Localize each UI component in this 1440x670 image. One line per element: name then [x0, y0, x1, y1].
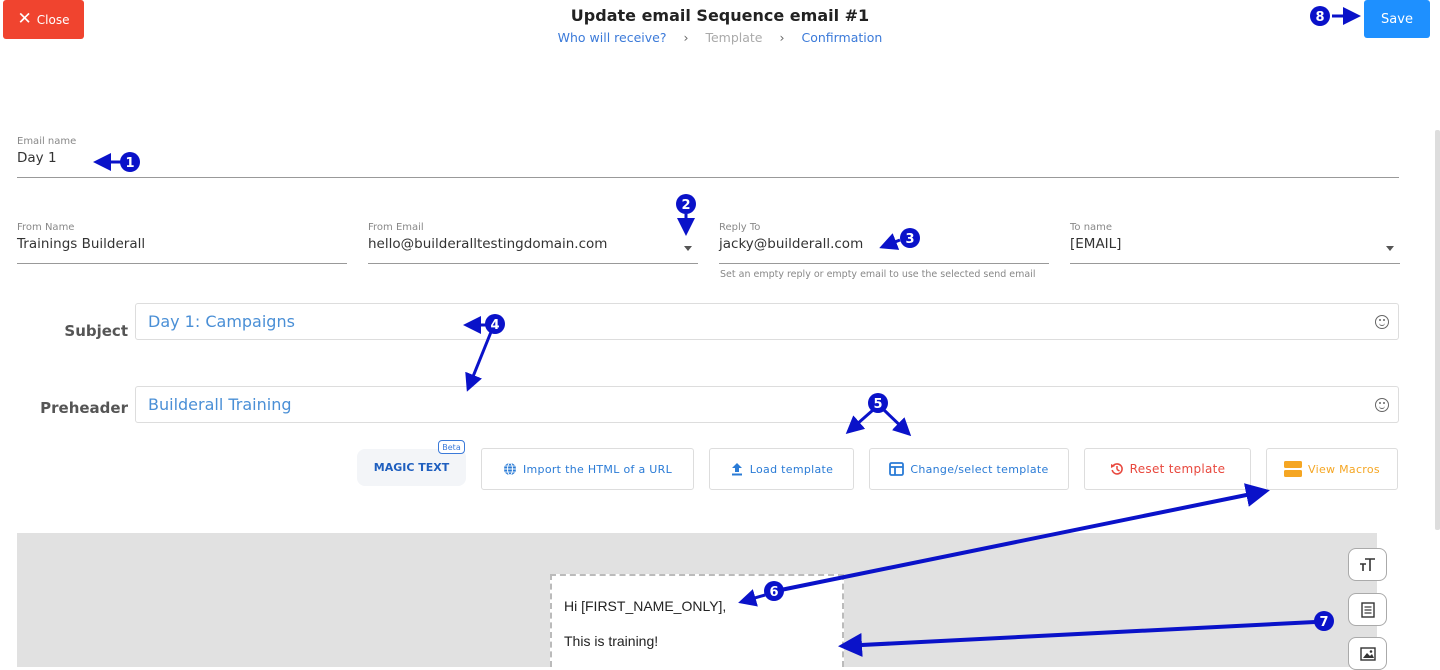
divider: [1070, 263, 1400, 264]
chevron-right-icon: ›: [779, 30, 785, 45]
emoji-icon[interactable]: [1375, 398, 1389, 412]
paragraph-block-tool[interactable]: [1348, 593, 1387, 626]
divider: [17, 263, 347, 264]
from-name-input[interactable]: Trainings Builderall: [17, 236, 347, 252]
breadcrumb: Who will receive? › Template › Confirmat…: [0, 30, 1440, 45]
change-template-label: Change/select template: [910, 462, 1049, 476]
reply-to-input[interactable]: jacky@builderall.com: [719, 236, 1049, 252]
page-title: Update email Sequence email #1: [570, 6, 870, 25]
subject-value: Day 1: Campaigns: [148, 312, 295, 331]
reply-to-field[interactable]: Reply To jacky@builderall.com: [719, 222, 1049, 264]
load-template-label: Load template: [749, 462, 834, 476]
dropdown-arrow-icon[interactable]: [684, 246, 692, 251]
save-button[interactable]: Save: [1364, 0, 1430, 38]
from-email-label: From Email: [368, 222, 424, 233]
reply-to-hint: Set an empty reply or empty email to use…: [720, 269, 1036, 280]
chevron-right-icon: ›: [683, 30, 689, 45]
upload-icon: [731, 463, 742, 476]
emoji-icon[interactable]: [1375, 315, 1389, 329]
preheader-value: Builderall Training: [148, 395, 292, 414]
subject-input[interactable]: Day 1: Campaigns: [135, 303, 1399, 340]
view-macros-button[interactable]: View Macros: [1266, 448, 1398, 490]
to-name-value[interactable]: [EMAIL]: [1070, 236, 1400, 252]
scrollbar[interactable]: [1435, 130, 1440, 530]
email-name-input[interactable]: Day 1: [17, 150, 1399, 166]
from-name-field[interactable]: From Name Trainings Builderall: [17, 222, 347, 264]
email-name-label: Email name: [17, 136, 77, 147]
from-name-label: From Name: [17, 222, 75, 233]
reply-to-label: Reply To: [719, 222, 761, 233]
from-email-select[interactable]: From Email hello@builderalltestingdomain…: [368, 222, 698, 264]
magic-text-button[interactable]: MAGIC TEXT: [357, 449, 466, 486]
image-icon: [1359, 646, 1376, 661]
divider: [368, 263, 698, 264]
preheader-label: Preheader: [40, 399, 128, 417]
layout-icon: [889, 462, 905, 476]
view-macros-label: View Macros: [1308, 462, 1380, 476]
text-block-tool[interactable]: [1348, 548, 1387, 581]
import-html-button[interactable]: Import the HTML of a URL: [481, 448, 694, 490]
step-confirmation[interactable]: Confirmation: [801, 30, 882, 45]
globe-icon: [503, 462, 516, 476]
change-template-button[interactable]: Change/select template: [869, 448, 1069, 490]
macros-icon: [1284, 461, 1303, 477]
document-icon: [1360, 601, 1375, 618]
load-template-button[interactable]: Load template: [709, 448, 854, 490]
email-body-text[interactable]: This is training!: [564, 633, 658, 649]
reset-template-label: Reset template: [1129, 462, 1226, 476]
reset-template-button[interactable]: Reset template: [1084, 448, 1251, 490]
text-size-icon: [1359, 557, 1375, 571]
email-text-block[interactable]: Hi [FIRST_NAME_ONLY], This is training!: [550, 574, 844, 667]
beta-badge: Beta: [438, 440, 465, 454]
email-name-field[interactable]: Email name Day 1: [17, 136, 1399, 178]
to-name-select[interactable]: To name [EMAIL]: [1070, 222, 1400, 264]
dropdown-arrow-icon[interactable]: [1386, 246, 1394, 251]
import-html-label: Import the HTML of a URL: [522, 462, 673, 476]
annotation-marker: 2: [681, 198, 690, 213]
email-greeting[interactable]: Hi [FIRST_NAME_ONLY],: [564, 598, 726, 614]
history-icon: [1110, 463, 1123, 475]
step-who-will-receive[interactable]: Who will receive?: [558, 30, 667, 45]
step-template[interactable]: Template: [705, 30, 762, 45]
image-block-tool[interactable]: [1348, 637, 1387, 670]
to-name-label: To name: [1070, 222, 1113, 233]
preheader-input[interactable]: Builderall Training: [135, 386, 1399, 423]
divider: [719, 263, 1049, 264]
divider: [17, 177, 1399, 178]
subject-label: Subject: [64, 322, 128, 340]
from-email-value[interactable]: hello@builderalltestingdomain.com: [368, 236, 698, 252]
